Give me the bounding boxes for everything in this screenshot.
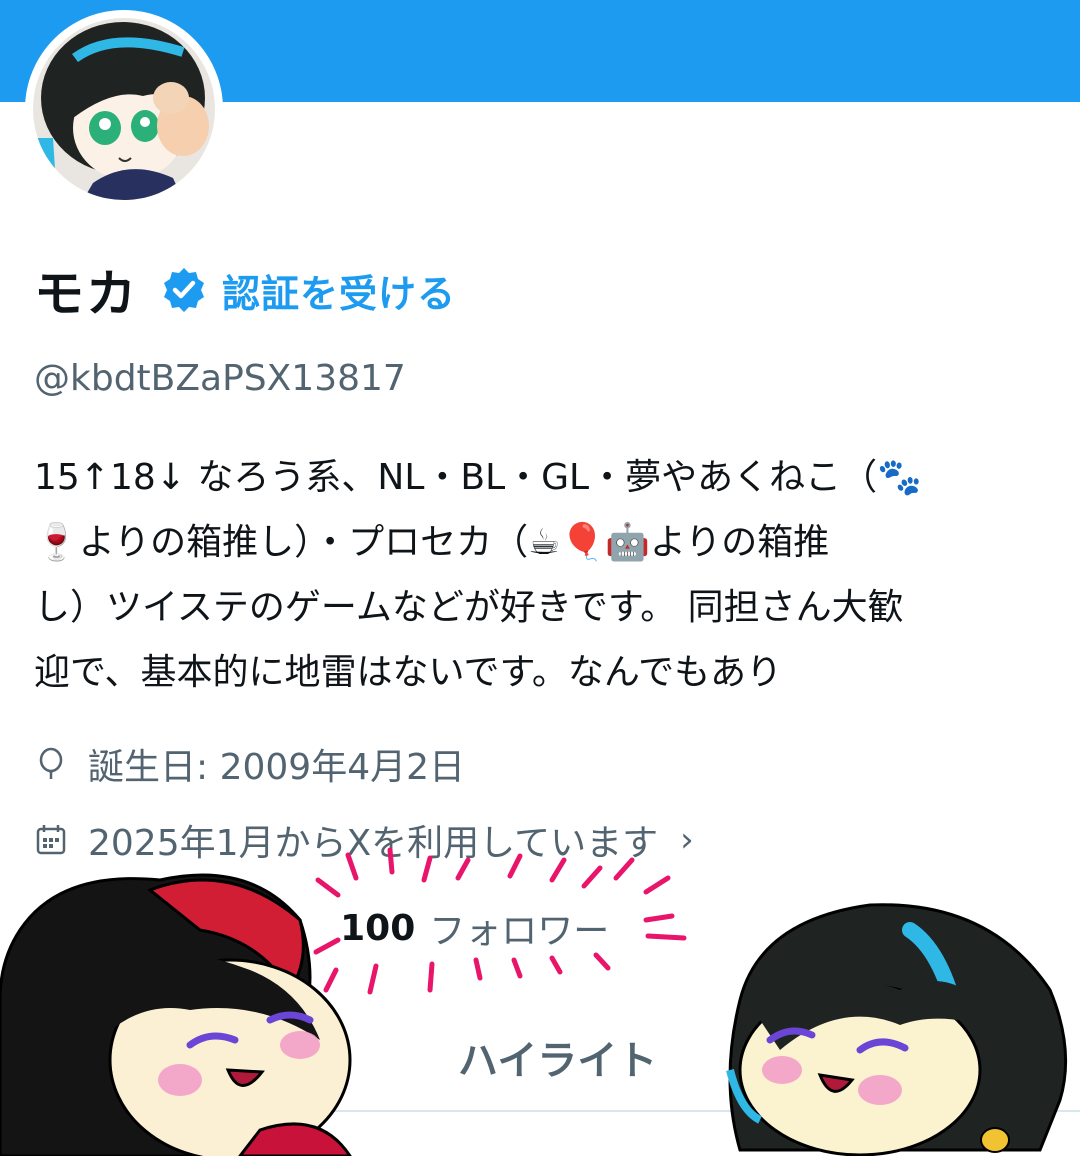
get-verified-link[interactable]: 認証を受ける	[222, 263, 456, 318]
tabs-divider	[0, 1110, 1080, 1112]
birthday-text: 誕生日: 2009年4月2日	[88, 747, 465, 788]
birthday-row: 誕生日: 2009年4月2日	[34, 738, 465, 790]
profile-bio: 15↑18↓ なろう系、NL・BL・GL・夢やあくねこ（🐾 🍷よりの箱推し）・プ…	[34, 457, 922, 693]
calendar-icon	[36, 825, 66, 855]
tab-replies[interactable]: 返信	[230, 1028, 310, 1086]
joined-text: 2025年1月からXを利用しています	[88, 823, 659, 864]
followers-label[interactable]: フォロワー	[429, 902, 609, 954]
tab-highlights[interactable]: ハイライト	[458, 1028, 657, 1086]
tab-posts[interactable]: ポスト	[60, 1028, 180, 1086]
tab-media[interactable]: メディア	[880, 1028, 1037, 1086]
chevron-right-icon: ›	[680, 820, 694, 860]
display-name: モカ	[34, 265, 138, 323]
profile-tabs: ポスト 返信 ハイライト メディア	[0, 1010, 1080, 1110]
balloon-icon	[39, 747, 63, 779]
joined-row[interactable]: 2025年1月からXを利用しています ›	[34, 814, 694, 866]
profile-handle: @kbdtBZaPSX13817	[34, 358, 406, 399]
avatar-image	[33, 18, 215, 200]
follow-stats: 20 100 フォロワー	[34, 902, 609, 954]
name-row: モカ 認証を受ける	[34, 258, 456, 323]
following-count[interactable]: 20	[34, 908, 84, 949]
followers-count[interactable]: 100	[340, 908, 415, 949]
verified-badge-icon[interactable]	[160, 266, 208, 314]
avatar[interactable]	[25, 10, 223, 208]
